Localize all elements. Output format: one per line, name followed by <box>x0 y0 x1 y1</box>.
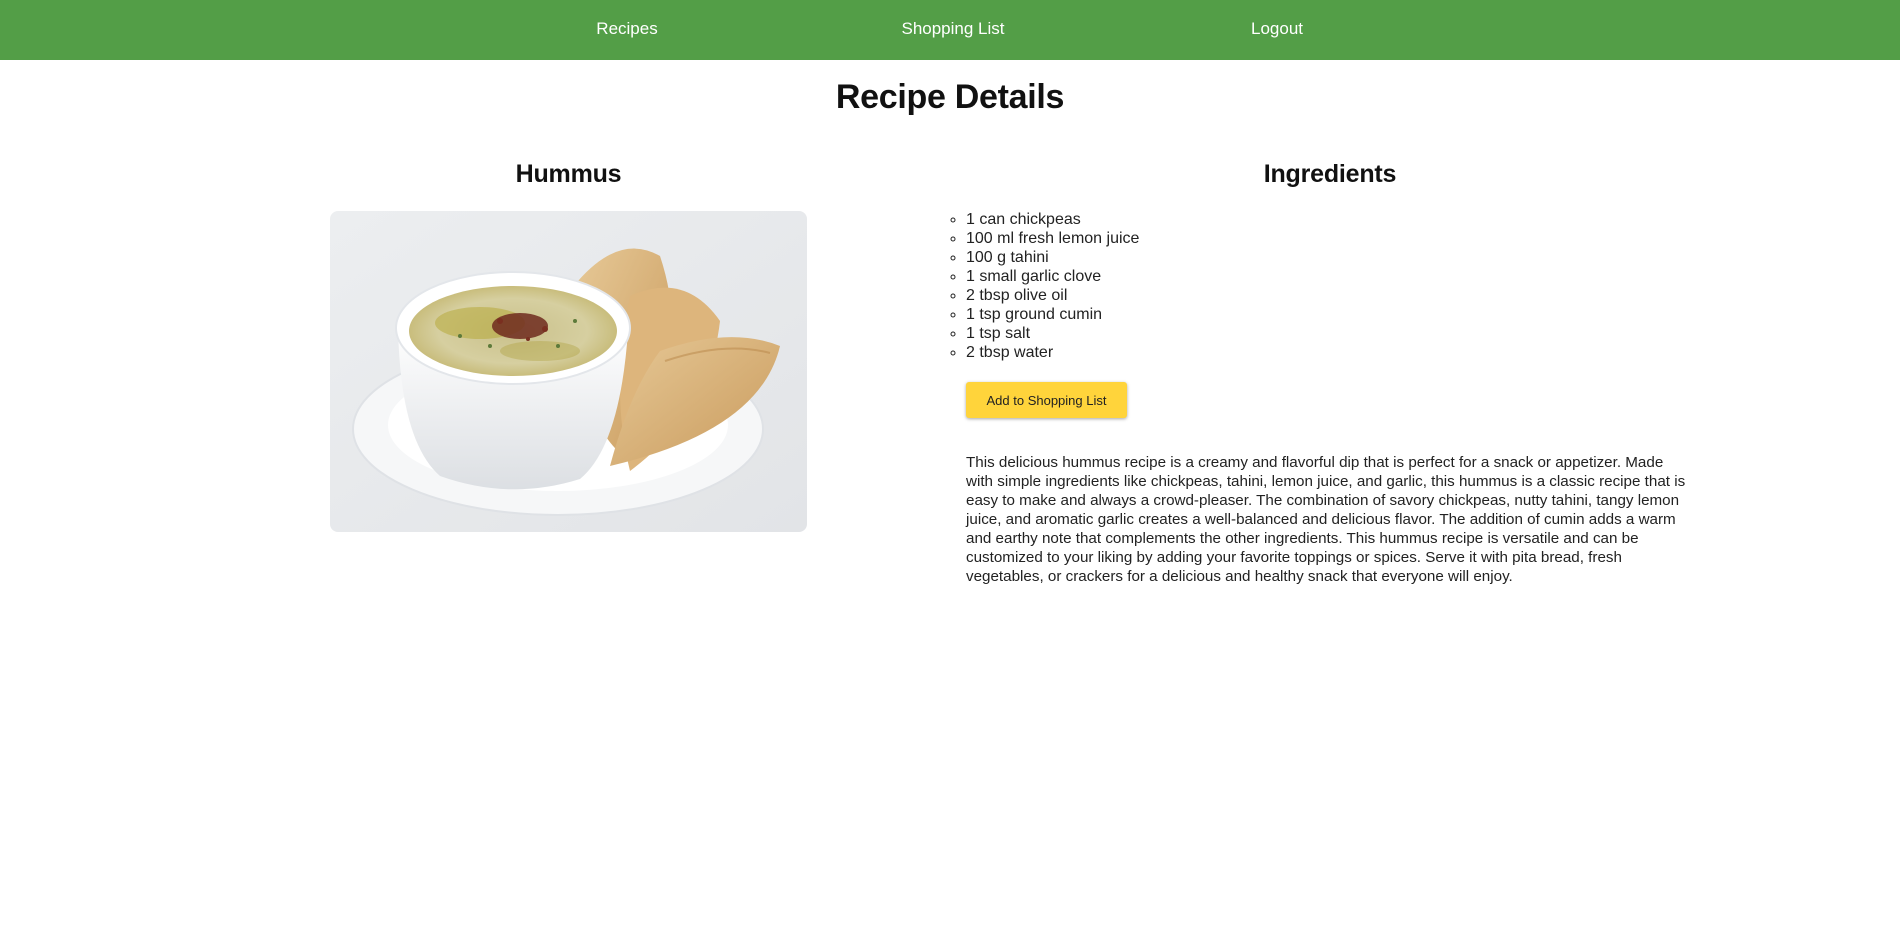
ingredient-item: 1 can chickpeas <box>966 210 1139 229</box>
ingredient-item: 100 ml fresh lemon juice <box>966 229 1139 248</box>
nav-link-shopping-list[interactable]: Shopping List <box>901 0 1004 58</box>
ingredient-item: 1 small garlic clove <box>966 267 1139 286</box>
ingredient-item: 2 tbsp water <box>966 343 1139 362</box>
ingredient-item: 2 tbsp olive oil <box>966 286 1139 305</box>
recipe-name: Hummus <box>515 160 622 188</box>
ingredient-item: 1 tsp ground cumin <box>966 305 1139 324</box>
nav-link-recipes[interactable]: Recipes <box>596 0 657 58</box>
nav-link-logout[interactable]: Logout <box>1251 0 1303 58</box>
ingredient-item: 1 tsp salt <box>966 324 1139 343</box>
ingredient-item: 100 g tahini <box>966 248 1139 267</box>
top-navbar: Recipes Shopping List Logout <box>0 0 1900 60</box>
ingredients-heading: Ingredients <box>1263 160 1397 188</box>
recipe-description: This delicious hummus recipe is a creamy… <box>966 454 1686 585</box>
recipe-image <box>330 211 807 532</box>
ingredients-list: 1 can chickpeas 100 ml fresh lemon juice… <box>966 210 1139 362</box>
add-to-shopping-list-button[interactable]: Add to Shopping List <box>966 382 1127 418</box>
page-title: Recipe Details <box>835 78 1065 116</box>
